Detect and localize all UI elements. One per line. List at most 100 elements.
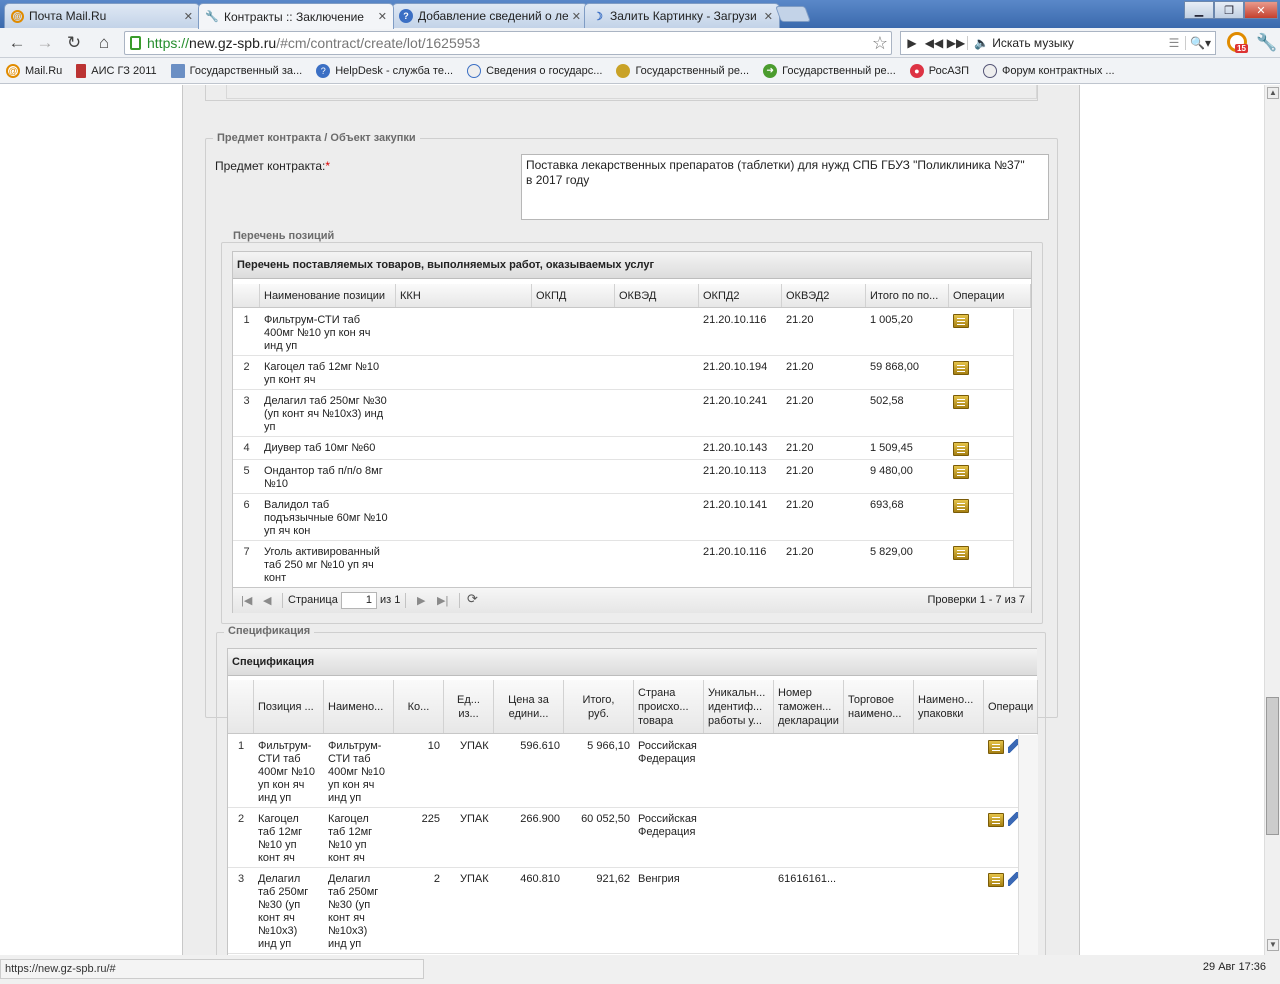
spec-row[interactable]: 1 Фильтрум- СТИ таб 400мг №10 уп кон яч инд у… — [228, 735, 1018, 808]
close-window-icon[interactable]: ✕ — [1244, 1, 1278, 19]
view-document-icon[interactable] — [953, 465, 969, 479]
bookmark-star-icon[interactable]: ☆ — [872, 33, 888, 54]
home-icon[interactable]: ⌂ — [93, 32, 115, 54]
col-position[interactable]: Позиция ... — [254, 680, 324, 733]
spec-row[interactable]: 3 Делагил таб 250мг №30 (уп конт яч №10х3) инд… — [228, 868, 1018, 954]
browser-tab-mail[interactable]: @ Почта Mail.Ru ✕ — [4, 3, 200, 28]
spec-total-cell: 921,62 — [596, 873, 630, 885]
view-document-icon[interactable] — [988, 740, 1004, 754]
col-okved[interactable]: ОКВЭД — [615, 284, 699, 307]
address-bar[interactable]: https://new.gz-spb.ru/#cm/contract/creat… — [124, 31, 892, 55]
bookmark-forum[interactable]: Форум контрактных ... — [983, 63, 1115, 78]
close-icon[interactable]: ✕ — [572, 10, 581, 23]
refresh-icon[interactable]: ⟳ — [467, 591, 478, 607]
first-page-icon[interactable]: |◀ — [241, 594, 252, 607]
col-unique-id[interactable]: Уникальн... идентиф... работы у... — [704, 680, 774, 733]
bookmark-helpdesk[interactable]: ? HelpDesk - служба те... — [316, 63, 453, 78]
view-document-icon[interactable] — [953, 395, 969, 409]
col-total[interactable]: Итого по по... — [866, 284, 949, 307]
col-okpd[interactable]: ОКПД — [532, 284, 615, 307]
last-page-icon[interactable]: ▶| — [437, 594, 448, 607]
col-operations[interactable]: Операци — [984, 680, 1038, 733]
position-row[interactable]: 6 Валидол таб подъязычные 60мг №10 уп яч ко… — [233, 494, 1013, 541]
position-row[interactable]: 4 Диувер таб 10мг №60 21.20.10.143 21.20 1 5… — [233, 437, 1013, 460]
scroll-down-icon[interactable]: ▼ — [1267, 939, 1279, 951]
forward-icon[interactable]: → — [34, 32, 56, 54]
rewind-icon[interactable]: ◀◀ — [923, 36, 945, 50]
position-row[interactable]: 7 Уголь активированный таб 250 мг №10 уп я… — [233, 541, 1013, 588]
new-tab-button[interactable] — [775, 6, 811, 22]
scroll-up-icon[interactable]: ▲ — [1267, 87, 1279, 99]
okved2-cell: 21.20 — [786, 465, 814, 477]
bookmark-info[interactable]: Сведения о государс... — [467, 63, 602, 78]
col-total[interactable]: Итого, руб. — [564, 680, 634, 733]
bookmark-gov-3[interactable]: ➜ Государственный ре... — [763, 63, 896, 78]
position-row[interactable]: 3 Делагил таб 250мг №30 (уп конт яч №10х3)… — [233, 390, 1013, 437]
spec-customs-cell — [774, 735, 844, 745]
page-scrollbar[interactable]: ▲ ▼ — [1264, 85, 1280, 955]
spec-row[interactable]: 2 Кагоцел таб 12мг №10 уп конт яч Кагоцел таб … — [228, 808, 1018, 868]
reload-icon[interactable]: ↻ — [63, 32, 85, 54]
view-document-icon[interactable] — [953, 499, 969, 513]
col-package[interactable]: Наимено... упаковки — [914, 680, 984, 733]
browser-tab-add-info[interactable]: ? Добавление сведений о ле ✕ — [392, 3, 588, 28]
fast-forward-icon[interactable]: ▶▶ — [945, 36, 967, 50]
close-icon[interactable]: ✕ — [764, 10, 773, 23]
position-name: Валидол таб подъязычные 60мг №10 уп яч кон — [264, 499, 388, 537]
okpd2-cell: 21.20.10.141 — [703, 499, 768, 511]
view-document-icon[interactable] — [988, 813, 1004, 827]
spec-qty-cell: 10 — [427, 740, 440, 752]
positions-scrollbar[interactable] — [1013, 309, 1031, 587]
subject-textarea[interactable]: Поставка лекарственных препаратов (табле… — [521, 154, 1049, 220]
edit-pencil-icon[interactable] — [1008, 872, 1018, 886]
bookmark-ais[interactable]: АИС ГЗ 2011 — [76, 63, 157, 78]
okpd2-cell: 21.20.10.116 — [703, 546, 767, 558]
next-page-icon[interactable]: ▶ — [417, 594, 425, 607]
view-document-icon[interactable] — [953, 442, 969, 456]
col-customs-decl[interactable]: Номер таможен... декларации — [774, 680, 844, 733]
scroll-thumb[interactable] — [1266, 697, 1279, 835]
music-search-input[interactable]: 🔈 Искать музыку — [967, 36, 1163, 50]
col-country[interactable]: Страна происхо... товара — [634, 680, 704, 733]
browser-tab-contracts[interactable]: 🔧 Контракты :: Заключение ✕ — [198, 3, 394, 29]
wrench-icon[interactable]: 🔧 — [1256, 32, 1278, 54]
search-icon[interactable]: 🔍▾ — [1185, 36, 1215, 50]
play-icon[interactable]: ▶ — [901, 36, 923, 50]
prev-page-icon[interactable]: ◀ — [263, 594, 271, 607]
view-document-icon[interactable] — [953, 314, 969, 328]
col-qty[interactable]: Ко... — [394, 680, 444, 733]
col-name[interactable]: Наименование позиции — [260, 284, 396, 307]
col-unit[interactable]: Ед... из... — [444, 680, 494, 733]
bookmark-mailru[interactable]: @ Mail.Ru — [6, 63, 62, 78]
col-price[interactable]: Цена за едини... — [494, 680, 564, 733]
col-name[interactable]: Наимено... — [324, 680, 394, 733]
back-icon[interactable]: ← — [6, 32, 28, 54]
position-row[interactable]: 5 Ондантор таб п/п/о 8мг №10 21.20.10.113 21… — [233, 460, 1013, 494]
col-trade-name[interactable]: Торговое наимено... — [844, 680, 914, 733]
close-icon[interactable]: ✕ — [184, 10, 193, 23]
view-document-icon[interactable] — [988, 873, 1004, 887]
bookmarks-bar: @ Mail.Ru АИС ГЗ 2011 Государственный за.… — [0, 58, 1280, 84]
browser-tab-upload[interactable]: ☽ Залить Картинку - Загрузи ✕ — [584, 3, 780, 28]
edit-pencil-icon[interactable] — [1008, 812, 1018, 826]
position-row[interactable]: 1 Фильтрум-СТИ таб 400мг №10 уп кон яч инд … — [233, 309, 1013, 356]
minimize-icon[interactable]: ▁ — [1184, 1, 1214, 19]
spec-scrollbar[interactable] — [1018, 735, 1038, 955]
page-input[interactable]: 1 — [341, 592, 377, 609]
edit-pencil-icon[interactable] — [1008, 739, 1018, 753]
position-name: Кагоцел таб 12мг №10 уп конт яч — [264, 361, 380, 386]
col-operations[interactable]: Операции — [949, 284, 1031, 307]
view-document-icon[interactable] — [953, 361, 969, 375]
bookmark-gov-2[interactable]: Государственный ре... — [616, 63, 749, 78]
position-row[interactable]: 2 Кагоцел таб 12мг №10 уп конт яч 21.20.10.… — [233, 356, 1013, 390]
bookmark-rosazp[interactable]: ● РосАЗП — [909, 63, 969, 78]
close-icon[interactable]: ✕ — [378, 10, 387, 23]
emblem-icon — [983, 63, 998, 78]
bookmark-gov-1[interactable]: Государственный за... — [170, 63, 302, 78]
view-document-icon[interactable] — [953, 546, 969, 560]
col-kkn[interactable]: ККН — [396, 284, 532, 307]
maximize-icon[interactable]: ❐ — [1214, 1, 1244, 19]
menu-icon[interactable]: ☰ — [1163, 36, 1185, 50]
col-okpd2[interactable]: ОКПД2 — [699, 284, 782, 307]
col-okved2[interactable]: ОКВЭД2 — [782, 284, 866, 307]
